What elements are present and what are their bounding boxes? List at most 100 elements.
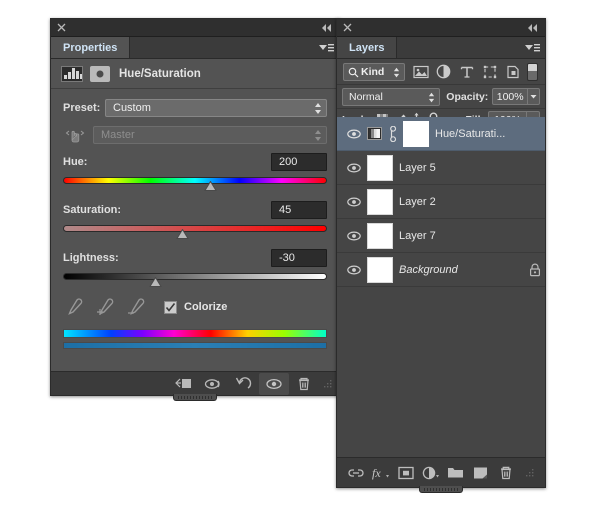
table-row[interactable]: Layer 2 (337, 185, 545, 219)
add-layer-mask-icon[interactable] (396, 463, 416, 483)
delete-icon[interactable] (289, 373, 319, 395)
new-fill-adjustment-icon[interactable] (421, 463, 441, 483)
tab-layers-label: Layers (349, 42, 384, 54)
eyedropper-row: Colorize (63, 297, 327, 317)
layer-name[interactable]: Layer 5 (399, 162, 545, 174)
blend-mode-select[interactable]: Normal (342, 88, 440, 106)
layer-name[interactable]: Hue/Saturati... (435, 128, 545, 140)
table-row[interactable]: Layer 5 (337, 151, 545, 185)
opacity-value-field[interactable]: 100% (492, 88, 527, 105)
blend-mode-spinner-icon[interactable] (428, 91, 436, 104)
layers-footer: fx (337, 457, 545, 487)
eyedropper-icon[interactable] (63, 297, 85, 317)
layer-visibility-toggle[interactable] (341, 196, 367, 208)
layer-mask-thumbnail-icon[interactable] (90, 66, 110, 82)
hue-slider-track[interactable] (63, 177, 327, 184)
hue-spectrum-bar-result (63, 342, 327, 349)
panel-menu-icon[interactable] (524, 42, 540, 54)
delete-layer-icon[interactable] (496, 463, 516, 483)
eyedropper-subtract-icon[interactable] (125, 297, 147, 317)
panel-drag-handle[interactable] (173, 394, 217, 401)
preset-spinner-icon[interactable] (314, 102, 322, 115)
filter-pixel-icon[interactable] (412, 63, 430, 81)
lightness-slider-track[interactable] (63, 273, 327, 280)
filter-shape-icon[interactable] (481, 63, 499, 81)
hue-saturation-adjustment-icon (61, 66, 83, 82)
saturation-label: Saturation: (63, 204, 121, 216)
panel-drag-handle[interactable] (419, 486, 463, 493)
table-row[interactable]: Layer 7 (337, 219, 545, 253)
filter-kind-spinner-icon[interactable] (393, 66, 401, 79)
saturation-slider-track-wrap[interactable] (63, 223, 327, 239)
layer-style-icon[interactable]: fx (371, 463, 391, 483)
hue-slider-track-wrap[interactable] (63, 175, 327, 191)
hue-value-field[interactable]: 200 (271, 153, 327, 171)
properties-footer (51, 371, 339, 395)
close-icon[interactable] (57, 23, 66, 32)
filter-smart-object-icon[interactable] (504, 63, 522, 81)
layer-name[interactable]: Background (399, 264, 525, 276)
collapse-panel-icon[interactable] (527, 23, 539, 33)
table-row[interactable]: Background (337, 253, 545, 287)
saturation-value-field[interactable]: 45 (271, 201, 327, 219)
saturation-slider-track[interactable] (63, 225, 327, 232)
opacity-dropdown-icon[interactable] (527, 88, 540, 105)
layer-name[interactable]: Layer 2 (399, 196, 545, 208)
table-row[interactable]: Hue/Saturati... (337, 117, 545, 151)
eyedropper-add-icon[interactable] (94, 297, 116, 317)
layers-panel: Layers Kind (336, 18, 546, 488)
tab-properties[interactable]: Properties (51, 37, 130, 58)
layer-thumbnail[interactable] (367, 189, 393, 215)
new-layer-icon[interactable] (471, 463, 491, 483)
preset-select[interactable]: Custom (105, 99, 327, 117)
layer-mask-thumbnail[interactable] (403, 121, 429, 147)
saturation-slider-head: Saturation: 45 (63, 201, 327, 219)
tab-strip-filler (130, 37, 339, 58)
collapse-panel-icon[interactable] (321, 23, 333, 33)
adjustment-title: Hue/Saturation (119, 68, 201, 80)
link-layers-icon[interactable] (346, 463, 366, 483)
toggle-visibility-icon[interactable] (259, 373, 289, 395)
close-icon[interactable] (343, 23, 352, 32)
preset-label: Preset: (63, 102, 105, 114)
lightness-slider-track-wrap[interactable] (63, 271, 327, 287)
layer-visibility-toggle[interactable] (341, 264, 367, 276)
layer-visibility-toggle[interactable] (341, 162, 367, 174)
layers-titlebar (337, 19, 545, 37)
filter-adjustment-icon[interactable] (435, 63, 453, 81)
on-image-adjust-icon[interactable] (63, 126, 87, 144)
filter-kind-select[interactable]: Kind (343, 63, 405, 81)
layer-visibility-toggle[interactable] (341, 128, 367, 140)
lightness-slider-head: Lightness: -30 (63, 249, 327, 267)
layer-thumbnail[interactable] (367, 257, 393, 283)
blend-mode-row: Normal Opacity: 100% (337, 85, 545, 109)
layer-visibility-toggle[interactable] (341, 230, 367, 242)
reset-icon[interactable] (229, 373, 259, 395)
properties-titlebar (51, 19, 339, 37)
channel-select[interactable]: Master (93, 126, 327, 144)
adjustment-thumbnail[interactable] (367, 127, 382, 140)
resize-grip[interactable] (321, 378, 333, 390)
tab-layers[interactable]: Layers (337, 37, 397, 58)
layer-thumbnail[interactable] (367, 155, 393, 181)
filter-type-icon[interactable] (458, 63, 476, 81)
channel-value: Master (101, 129, 135, 141)
channel-spinner-icon[interactable] (314, 129, 322, 142)
lightness-slider-thumb[interactable] (149, 277, 162, 287)
hue-slider-thumb[interactable] (204, 181, 217, 191)
new-group-icon[interactable] (446, 463, 466, 483)
lightness-value-field[interactable]: -30 (271, 249, 327, 267)
properties-panel: Properties Hue/Saturation Preset: Custom (50, 18, 340, 396)
filter-enable-toggle[interactable] (527, 63, 538, 81)
saturation-slider-thumb[interactable] (176, 229, 189, 239)
layer-thumbnail[interactable] (367, 223, 393, 249)
hue-label: Hue: (63, 156, 87, 168)
colorize-checkbox[interactable] (164, 301, 177, 314)
view-previous-state-icon[interactable] (199, 373, 229, 395)
resize-grip[interactable] (523, 467, 535, 479)
layer-mask-link-icon[interactable] (386, 126, 398, 142)
clip-to-layer-icon[interactable] (169, 373, 199, 395)
layer-name[interactable]: Layer 7 (399, 230, 545, 242)
panel-menu-icon[interactable] (318, 42, 334, 54)
hue-spectrum-bar-original (63, 329, 327, 338)
